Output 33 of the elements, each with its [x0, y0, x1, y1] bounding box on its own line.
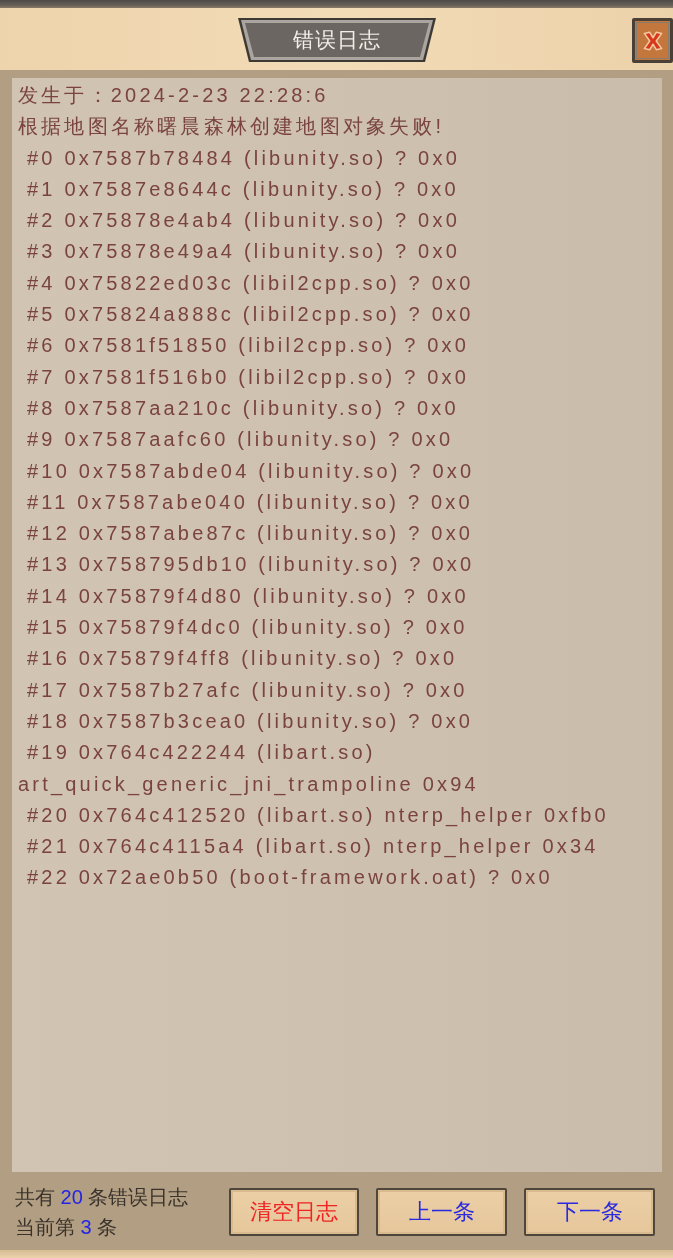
log-line: #22 0x72ae0b50 (boot-framework.oat) ? 0x0 [26, 865, 554, 891]
log-line: art_quick_generic_jni_trampoline 0x94 [18, 771, 480, 798]
log-line: #14 0x75879f4d80 (libunity.so) ? 0x0 [26, 583, 470, 609]
current-index-text: 当前第 3 条 [15, 1215, 118, 1240]
log-line: #10 0x7587abde04 (libunity.so) ? 0x0 [26, 458, 476, 484]
log-line: #20 0x764c412520 (libart.so) nterp_helper 0xfb0 [26, 802, 610, 829]
log-line: #1 0x7587e8644c (libunity.so) ? 0x0 [26, 176, 460, 202]
log-line: #19 0x764c422244 (libart.so) [26, 740, 377, 766]
footer-button[interactable]: 上一条 [376, 1188, 508, 1236]
log-line: #5 0x75824a888c (libil2cpp.so) ? 0x0 [26, 302, 475, 328]
log-line: #8 0x7587aa210c (libunity.so) ? 0x0 [26, 395, 460, 421]
close-button[interactable] [632, 18, 673, 63]
log-line: #7 0x7581f516b0 (libil2cpp.so) ? 0x0 [26, 364, 471, 390]
log-line: 发生于：2024-2-23 22:28:6 [18, 83, 330, 108]
log-line: #15 0x75879f4dc0 (libunity.so) ? 0x0 [26, 615, 469, 641]
log-line: #21 0x764c4115a4 (libart.so) nterp_helper 0x34 [26, 834, 600, 860]
window-title: 错误日志 [237, 18, 436, 62]
log-line: #4 0x75822ed03c (libil2cpp.so) ? 0x0 [26, 270, 475, 296]
footer-button[interactable]: 下一条 [524, 1188, 655, 1236]
footer-button[interactable]: 清空日志 [228, 1188, 360, 1236]
log-line: #13 0x758795db10 (libunity.so) ? 0x0 [26, 552, 476, 578]
log-line: #2 0x75878e4ab4 (libunity.so) ? 0x0 [26, 208, 461, 234]
log-line: 根据地图名称曙晨森林创建地图对象失败! [18, 114, 446, 140]
log-line: #6 0x7581f51850 (libil2cpp.so) ? 0x0 [26, 333, 471, 359]
log-line: #12 0x7587abe87c (libunity.so) ? 0x0 [26, 521, 475, 547]
log-line: #11 0x7587abe040 (libunity.so) ? 0x0 [26, 489, 474, 515]
log-line: #3 0x75878e49a4 (libunity.so) ? 0x0 [26, 239, 461, 265]
log-line: #18 0x7587b3cea0 (libunity.so) ? 0x0 [26, 708, 475, 734]
log-line: #9 0x7587aafc60 (libunity.so) ? 0x0 [26, 427, 455, 453]
log-line: #16 0x75879f4ff8 (libunity.so) ? 0x0 [26, 646, 459, 672]
log-count-text: 共有 20 条错误日志 [15, 1185, 189, 1210]
log-line: #17 0x7587b27afc (libunity.so) ? 0x0 [26, 677, 469, 703]
log-line: #0 0x7587b78484 (libunity.so) ? 0x0 [26, 145, 461, 171]
